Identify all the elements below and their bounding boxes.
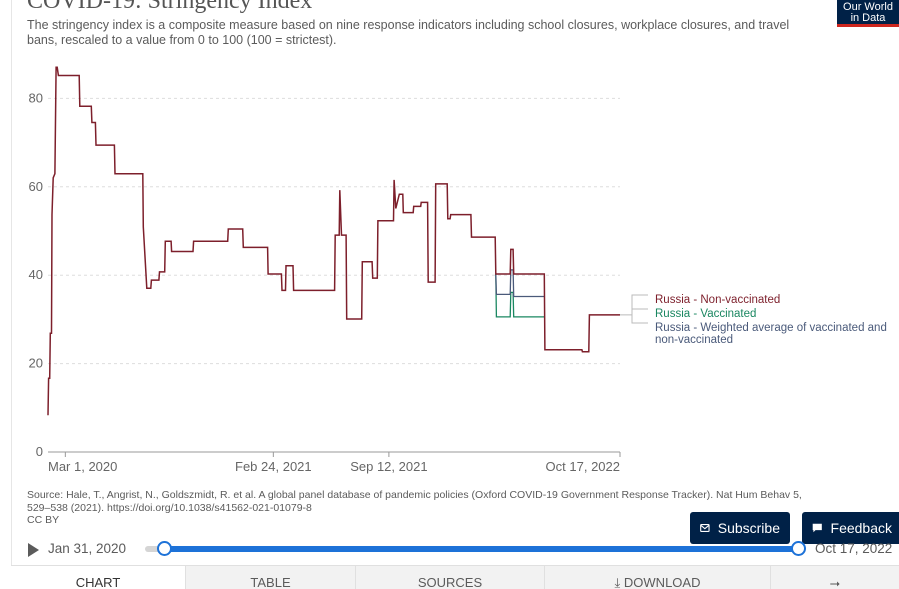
- y-tick-label: 0: [36, 444, 43, 459]
- y-tick-label: 40: [29, 267, 43, 282]
- series-layer: [47, 66, 620, 416]
- tab-download-label: DOWNLOAD: [623, 575, 701, 589]
- x-tick-label: Feb 24, 2021: [235, 459, 312, 474]
- legend-label-vaccinated: Russia - Vaccinated: [655, 308, 756, 320]
- share-icon: ⭢: [829, 575, 841, 589]
- logo-line2: in Data: [850, 12, 886, 24]
- x-tick-label: Mar 1, 2020: [48, 459, 117, 474]
- subscribe-label: Subscribe: [717, 520, 780, 536]
- timeline-selected-range[interactable]: [163, 546, 799, 552]
- x-tick-label: Oct 17, 2022: [546, 459, 620, 474]
- y-tick-label: 80: [29, 90, 43, 105]
- legend-connector: [620, 294, 648, 324]
- series-line-0: [47, 66, 620, 416]
- tab-sources[interactable]: SOURCES: [355, 566, 544, 589]
- download-icon: ⤓: [614, 575, 621, 589]
- owid-logo[interactable]: Our World in Data: [837, 0, 899, 27]
- timeline: Jan 31, 2020 Oct 17, 2022: [0, 536, 899, 564]
- chart-title: COVID-19: Stringency Index: [27, 0, 313, 14]
- tab-chart[interactable]: CHART: [11, 566, 185, 589]
- y-tick-label: 60: [29, 179, 43, 194]
- legend-layer: Russia - Non-vaccinated Russia - Vaccinat…: [620, 294, 887, 346]
- tab-bar: CHART TABLE SOURCES ⤓ DOWNLOAD ⭢: [11, 565, 899, 589]
- axis-layer: 0 20 40 60 80 Mar 1, 2020 Feb 24, 2021 Sep 12, …: [29, 90, 621, 474]
- speech-bubble-icon: [812, 523, 822, 533]
- grid-layer: [48, 97, 620, 365]
- x-tick-label: Sep 12, 2021: [350, 459, 427, 474]
- timeline-end-handle[interactable]: [791, 541, 806, 556]
- legend-label-nonvaccinated: Russia - Non-vaccinated: [655, 294, 780, 306]
- timeline-start-label: Jan 31, 2020: [48, 541, 127, 556]
- series-line-1: [495, 273, 545, 318]
- y-tick-label: 20: [29, 356, 43, 371]
- timeline-end-label: Oct 17, 2022: [815, 541, 893, 556]
- play-icon[interactable]: [28, 543, 39, 557]
- legend-label-weighted: Russia - Weighted average of vaccinated …: [655, 322, 887, 346]
- envelope-icon: [700, 523, 710, 533]
- tab-table[interactable]: TABLE: [185, 566, 355, 589]
- source-line1: Source: Hale, T., Angrist, N., Goldszmid…: [27, 489, 802, 501]
- tab-share[interactable]: ⭢: [770, 566, 899, 589]
- tab-download[interactable]: ⤓ DOWNLOAD: [544, 566, 770, 589]
- timeline-start-handle[interactable]: [157, 541, 172, 556]
- feedback-label: Feedback: [830, 520, 892, 536]
- chart-subtitle: The stringency index is a composite meas…: [27, 18, 790, 47]
